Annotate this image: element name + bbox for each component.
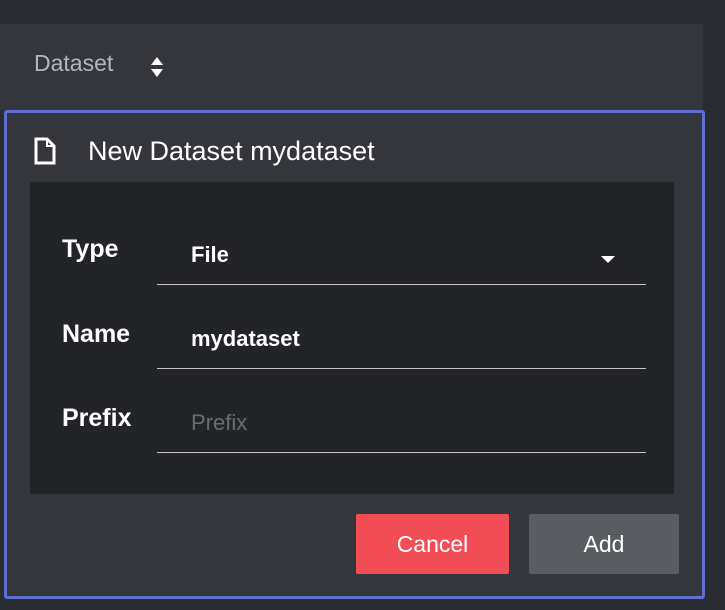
name-label: Name — [62, 320, 131, 348]
name-input[interactable] — [191, 324, 631, 354]
add-button[interactable]: Add — [529, 514, 679, 574]
type-select[interactable]: File — [157, 230, 646, 284]
bottom-strip — [0, 599, 725, 610]
top-strip — [0, 0, 725, 24]
type-label: Type — [62, 235, 119, 263]
type-underline — [157, 284, 646, 285]
file-icon — [34, 137, 56, 165]
panel-title: New Dataset mydataset — [88, 136, 375, 166]
sort-updown-icon[interactable] — [150, 55, 164, 79]
dataset-header-label: Dataset — [34, 50, 114, 76]
name-underline — [157, 368, 646, 369]
cancel-button[interactable]: Cancel — [356, 514, 509, 574]
prefix-label: Prefix — [62, 404, 132, 432]
type-select-value: File — [191, 242, 229, 267]
chevron-down-icon[interactable] — [601, 256, 615, 263]
prefix-underline — [157, 452, 646, 453]
prefix-input[interactable] — [191, 408, 631, 438]
